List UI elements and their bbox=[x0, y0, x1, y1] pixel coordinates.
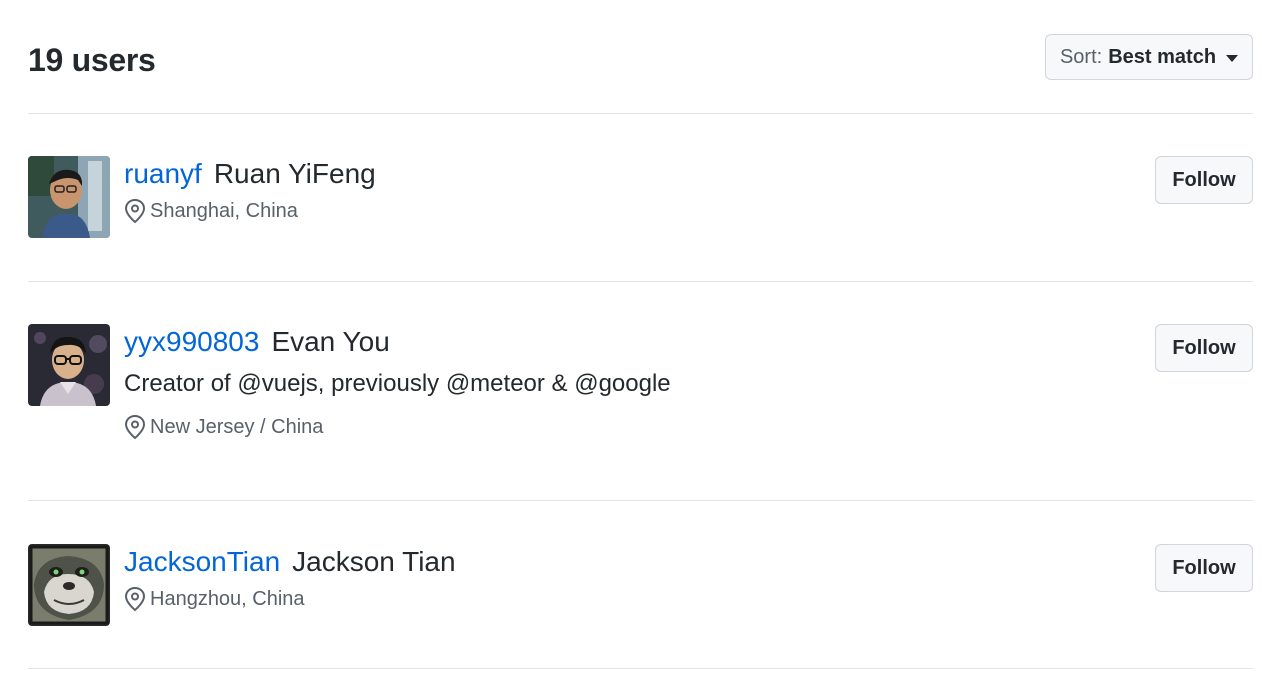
user-info: JacksonTian Jackson Tian Hangzhou, China bbox=[124, 544, 456, 612]
avatar[interactable] bbox=[28, 324, 110, 406]
divider bbox=[28, 668, 1253, 669]
caret-down-icon bbox=[1226, 55, 1239, 62]
location-pin-icon bbox=[124, 198, 146, 224]
sort-value-label: Best match bbox=[1108, 45, 1217, 68]
user-info: yyx990803 Evan You Creator of @vuejs, pre… bbox=[124, 324, 671, 440]
follow-button[interactable]: Follow bbox=[1155, 544, 1253, 592]
user-name-line: JacksonTian Jackson Tian bbox=[124, 542, 456, 582]
follow-button[interactable]: Follow bbox=[1155, 156, 1253, 204]
user-location: New Jersey / China bbox=[124, 414, 671, 440]
results-header: 19 users Sort: Best match bbox=[28, 34, 1253, 84]
divider bbox=[28, 281, 1253, 282]
location-pin-icon bbox=[124, 414, 146, 440]
sort-dropdown-button[interactable]: Sort: Best match bbox=[1045, 34, 1253, 80]
user-location-text: Shanghai, China bbox=[150, 199, 298, 222]
user-name-line: yyx990803 Evan You bbox=[124, 322, 671, 362]
user-login-link[interactable]: ruanyf bbox=[124, 158, 202, 189]
follow-button[interactable]: Follow bbox=[1155, 324, 1253, 372]
user-location-text: New Jersey / China bbox=[150, 415, 324, 438]
user-bio: Creator of @vuejs, previously @meteor & … bbox=[124, 370, 671, 397]
user-location: Hangzhou, China bbox=[124, 586, 456, 612]
avatar[interactable] bbox=[28, 544, 110, 626]
user-login-link[interactable]: JacksonTian bbox=[124, 546, 280, 577]
user-name-line: ruanyf Ruan YiFeng bbox=[124, 154, 376, 194]
sort-prefix-label: Sort: bbox=[1059, 45, 1103, 68]
avatar[interactable] bbox=[28, 156, 110, 238]
user-full-name: Ruan YiFeng bbox=[213, 158, 376, 189]
results-count-title: 19 users bbox=[28, 42, 156, 78]
user-info: ruanyf Ruan YiFeng Shanghai, China bbox=[124, 156, 376, 224]
user-location: Shanghai, China bbox=[124, 198, 376, 224]
divider bbox=[28, 113, 1253, 114]
divider bbox=[28, 500, 1253, 501]
location-pin-icon bbox=[124, 586, 146, 612]
user-full-name: Evan You bbox=[271, 326, 390, 357]
user-login-link[interactable]: yyx990803 bbox=[124, 326, 259, 357]
user-full-name: Jackson Tian bbox=[292, 546, 456, 577]
user-location-text: Hangzhou, China bbox=[150, 587, 305, 610]
